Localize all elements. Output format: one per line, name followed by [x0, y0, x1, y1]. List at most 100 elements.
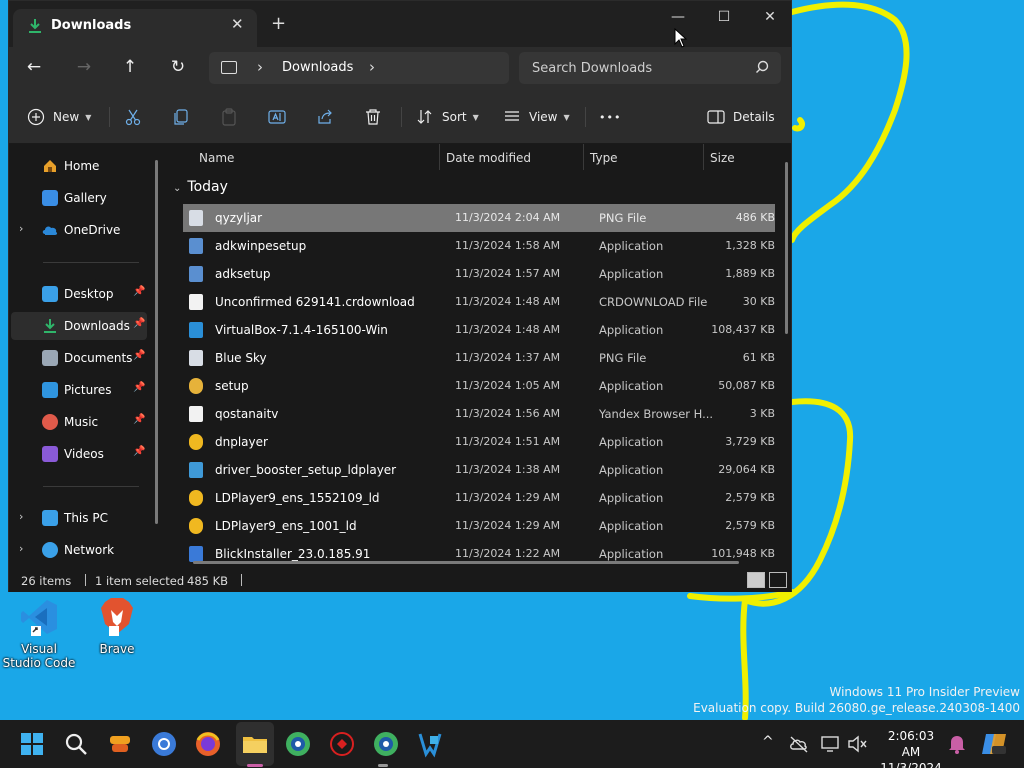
sidebar-item-downloads[interactable]: Downloads 📌: [11, 312, 147, 340]
image-file-icon: [189, 350, 203, 366]
file-row[interactable]: adkwinpesetup 11/3/2024 1:58 AM Applicatio…: [183, 232, 775, 260]
back-button[interactable]: ←: [21, 56, 47, 80]
pin-icon[interactable]: 📌: [133, 318, 145, 329]
new-button[interactable]: New ▼: [27, 106, 91, 128]
cut-button[interactable]: [124, 106, 142, 128]
column-header-size[interactable]: Size: [710, 151, 735, 165]
paste-button[interactable]: [220, 106, 238, 128]
scrollbar[interactable]: [155, 160, 158, 524]
details-button[interactable]: Details: [707, 106, 775, 128]
show-hidden-icons-button[interactable]: ^: [762, 734, 774, 750]
close-window-button[interactable]: ✕: [747, 5, 793, 31]
file-size: 30 KB: [742, 295, 775, 308]
new-tab-button[interactable]: +: [271, 13, 286, 34]
sidebar-item-videos[interactable]: Videos 📌: [11, 440, 147, 468]
divider: [85, 574, 86, 586]
copy-button[interactable]: [172, 106, 190, 128]
clock[interactable]: 2:06:03 AM 11/3/2024: [878, 728, 944, 768]
pin-icon[interactable]: 📌: [133, 382, 145, 393]
horizontal-scrollbar[interactable]: [193, 561, 739, 564]
chevron-right-icon[interactable]: ›: [19, 542, 23, 555]
view-list-icon: [505, 111, 519, 121]
ldplayer-icon: [189, 518, 203, 534]
copilot-icon[interactable]: [980, 730, 1008, 758]
desktop-icon-vscode[interactable]: Visual Studio Code: [2, 596, 76, 670]
file-row[interactable]: dnplayer 11/3/2024 1:51 AM Application 3,72…: [183, 428, 775, 456]
file-row[interactable]: qyzyljar 11/3/2024 2:04 AM PNG File 486 KB: [183, 204, 775, 232]
up-button[interactable]: ↑: [117, 56, 143, 80]
sidebar-item-gallery[interactable]: Gallery: [11, 184, 147, 212]
pin-icon[interactable]: 📌: [133, 286, 145, 297]
sidebar-item-music[interactable]: Music 📌: [11, 408, 147, 436]
app-icon[interactable]: [328, 730, 356, 758]
breadcrumb[interactable]: Downloads: [282, 60, 353, 75]
maximize-button[interactable]: ☐: [701, 5, 747, 31]
file-row[interactable]: setup 11/3/2024 1:05 AM Application 50,087 …: [183, 372, 775, 400]
pin-icon[interactable]: 📌: [133, 446, 145, 457]
sidebar-item-this-pc[interactable]: › This PC: [11, 504, 147, 532]
chevron-right-icon[interactable]: ›: [19, 510, 23, 523]
sort-button[interactable]: Sort ▼: [416, 106, 479, 128]
divider: [585, 107, 586, 127]
search-input[interactable]: Search Downloads: [519, 52, 781, 84]
more-options-button[interactable]: •••: [599, 106, 621, 128]
chrome-icon[interactable]: [150, 730, 178, 758]
browser-icon[interactable]: [284, 730, 312, 758]
sidebar-item-documents[interactable]: Documents 📌: [11, 344, 147, 372]
share-button[interactable]: [316, 106, 334, 128]
address-bar[interactable]: › Downloads ›: [209, 52, 509, 84]
column-header-type[interactable]: Type: [590, 151, 618, 165]
sidebar-item-onedrive[interactable]: › OneDrive: [11, 216, 147, 244]
sidebar-item-pictures[interactable]: Pictures 📌: [11, 376, 147, 404]
file-row[interactable]: LDPlayer9_ens_1552109_ld 11/3/2024 1:29 A…: [183, 484, 775, 512]
breadcrumb-chevron-icon[interactable]: ›: [257, 58, 263, 76]
tab-downloads[interactable]: Downloads ✕: [13, 9, 257, 47]
file-row[interactable]: Blue Sky 11/3/2024 1:37 AM PNG File 61 KB: [183, 344, 775, 372]
sidebar-item-network[interactable]: › Network: [11, 536, 147, 564]
view-button[interactable]: View ▼: [503, 106, 570, 128]
file-row[interactable]: LDPlayer9_ens_1001_ld 11/3/2024 1:29 AM Ap…: [183, 512, 775, 540]
file-type: Application: [599, 547, 664, 561]
file-row[interactable]: VirtualBox-7.1.4-165100-Win 11/3/2024 1:4…: [183, 316, 775, 344]
pin-icon[interactable]: 📌: [133, 350, 145, 361]
refresh-button[interactable]: ↻: [165, 56, 191, 80]
cloud-offline-icon[interactable]: [788, 733, 810, 755]
file-row[interactable]: Unconfirmed 629141.crdownload 11/3/2024 1…: [183, 288, 775, 316]
chat-icon[interactable]: [106, 730, 134, 758]
browser2-icon[interactable]: [372, 730, 400, 758]
scrollbar[interactable]: [785, 162, 788, 334]
start-icon[interactable]: [18, 730, 46, 758]
virtualbox-icon[interactable]: [416, 730, 444, 758]
rename-button[interactable]: [268, 106, 286, 128]
file-size: 61 KB: [742, 351, 775, 364]
file-row[interactable]: adksetup 11/3/2024 1:57 AM Application 1,88…: [183, 260, 775, 288]
sidebar-item-desktop[interactable]: Desktop 📌: [11, 280, 147, 308]
tiles-view-button[interactable]: [769, 572, 787, 588]
details-view-button[interactable]: [747, 572, 765, 588]
forward-button[interactable]: →: [71, 56, 97, 80]
column-header-date[interactable]: Date modified: [446, 151, 531, 165]
column-divider[interactable]: [583, 144, 584, 170]
firefox-icon[interactable]: [194, 730, 222, 758]
file-row[interactable]: driver_booster_setup_ldplayer 11/3/2024 1…: [183, 456, 775, 484]
delete-button[interactable]: [364, 106, 382, 128]
sidebar-item-home[interactable]: Home: [11, 152, 147, 180]
file-row[interactable]: qostanaitv 11/3/2024 1:56 AM Yandex Browse…: [183, 400, 775, 428]
volume-muted-icon[interactable]: [846, 733, 868, 755]
column-divider[interactable]: [703, 144, 704, 170]
column-header-name[interactable]: Name: [199, 151, 234, 165]
close-tab-button[interactable]: ✕: [231, 15, 244, 33]
network-icon: [42, 542, 58, 558]
group-header-today[interactable]: ⌄ Today: [173, 179, 228, 195]
display-icon[interactable]: [820, 733, 842, 755]
breadcrumb-chevron-icon[interactable]: ›: [369, 58, 375, 76]
divider: [241, 574, 242, 586]
pin-icon[interactable]: 📌: [133, 414, 145, 425]
file-type: PNG File: [599, 351, 647, 365]
file-explorer-icon[interactable]: [241, 730, 269, 758]
column-divider[interactable]: [439, 144, 440, 170]
chevron-right-icon[interactable]: ›: [19, 222, 23, 235]
desktop-icon-brave[interactable]: Brave: [80, 596, 154, 656]
search-icon[interactable]: [62, 730, 90, 758]
notification-bell-icon[interactable]: [948, 734, 966, 754]
